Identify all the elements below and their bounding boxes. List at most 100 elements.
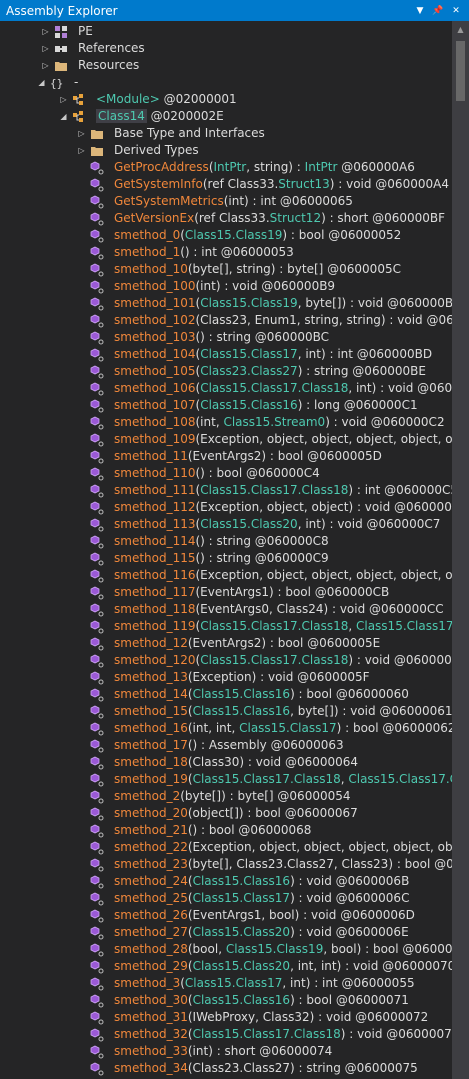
tree-row[interactable]: ◢ Class14 @0200002E xyxy=(0,108,452,125)
signature-text: () : string @060000C9 xyxy=(195,551,329,565)
tree-row[interactable]: smethod_25(Class15.Class17) : void @0600… xyxy=(0,890,452,907)
tree-row-label: smethod_12(EventArgs2) : bool @0600005E xyxy=(114,635,380,652)
expanded-triangle-icon[interactable]: ◢ xyxy=(37,74,46,91)
tree-row[interactable]: ▷ Base Type and Interfaces xyxy=(0,125,452,142)
tree-row[interactable]: GetVersionEx(ref Class33.Struct12) : sho… xyxy=(0,210,452,227)
tree-row[interactable]: smethod_115() : string @060000C9 xyxy=(0,550,452,567)
tree-row[interactable]: ▷ References xyxy=(0,40,452,57)
tree-row[interactable]: smethod_31(IWebProxy, Class32) : void @0… xyxy=(0,1009,452,1026)
scroll-thumb[interactable] xyxy=(456,41,465,101)
tree-row[interactable]: smethod_12(EventArgs2) : bool @0600005E xyxy=(0,635,452,652)
tree-row[interactable]: smethod_108(int, Class15.Stream0) : void… xyxy=(0,414,452,431)
tree-row[interactable]: ▷ Derived Types xyxy=(0,142,452,159)
tree-row[interactable]: smethod_3(Class15.Class17, int) : int @0… xyxy=(0,975,452,992)
type-name: Class15.Class17 xyxy=(200,347,298,361)
tree-row[interactable]: smethod_109(Exception, object, object, o… xyxy=(0,431,452,448)
tree-row[interactable]: ▷ Resources xyxy=(0,57,452,74)
tree-row[interactable]: smethod_2(byte[]) : byte[] @06000054 xyxy=(0,788,452,805)
signature-text: (Exception, object, object, object, obje… xyxy=(187,840,452,854)
signature-text: , string) : xyxy=(246,160,305,174)
signature-text: ) : void @060000CE xyxy=(348,653,452,667)
signature-text: ) : void @0600006C xyxy=(290,891,410,905)
tree-row[interactable]: GetSystemInfo(ref Class33.Struct13) : vo… xyxy=(0,176,452,193)
tree-row[interactable]: smethod_117(EventArgs1) : bool @060000CB xyxy=(0,584,452,601)
tree-row[interactable]: ▷ PE xyxy=(0,23,452,40)
tree-row-label: smethod_18(Class30) : void @06000064 xyxy=(114,754,358,771)
tree-row[interactable]: smethod_22(Exception, object, object, ob… xyxy=(0,839,452,856)
method-icon xyxy=(90,246,104,260)
tree-row[interactable]: smethod_17() : Assembly @06000063 xyxy=(0,737,452,754)
scroll-up-arrow-icon[interactable]: ▲ xyxy=(452,21,469,38)
pin-icon[interactable]: 📌 xyxy=(431,6,445,16)
tree-row[interactable]: smethod_1() : int @06000053 xyxy=(0,244,452,261)
tree-row[interactable]: smethod_103() : string @060000BC xyxy=(0,329,452,346)
collapsed-triangle-icon[interactable]: ▷ xyxy=(59,91,68,108)
tree-row[interactable]: smethod_24(Class15.Class16) : void @0600… xyxy=(0,873,452,890)
tree-row[interactable]: smethod_116(Exception, object, object, o… xyxy=(0,567,452,584)
tree-row[interactable]: smethod_114() : string @060000C8 xyxy=(0,533,452,550)
method-name: smethod_116 xyxy=(114,568,196,582)
collapsed-triangle-icon[interactable]: ▷ xyxy=(77,125,86,142)
tree-row[interactable]: smethod_120(Class15.Class17.Class18) : v… xyxy=(0,652,452,669)
tree-row[interactable]: smethod_118(EventArgs0, Class24) : void … xyxy=(0,601,452,618)
signature-text: ) : void @06000073 xyxy=(340,1027,452,1041)
tree-row[interactable]: smethod_21() : bool @06000068 xyxy=(0,822,452,839)
tree-row[interactable]: smethod_100(int) : void @060000B9 xyxy=(0,278,452,295)
tree-row[interactable]: smethod_110() : bool @060000C4 xyxy=(0,465,452,482)
window-menu-chevron-icon[interactable]: ▼ xyxy=(413,6,427,16)
tree-row-label: <Module> @02000001 xyxy=(96,91,237,108)
tree-row[interactable]: smethod_15(Class15.Class16, byte[]) : vo… xyxy=(0,703,452,720)
signature-text: (ref Class33. xyxy=(194,211,270,225)
expanded-triangle-icon[interactable]: ◢ xyxy=(59,108,68,125)
tree-row[interactable]: smethod_33(int) : short @06000074 xyxy=(0,1043,452,1060)
tree-row[interactable]: smethod_11(EventArgs2) : bool @0600005D xyxy=(0,448,452,465)
close-icon[interactable]: ✕ xyxy=(449,6,463,16)
signature-text: (int) : int @06000065 xyxy=(223,194,353,208)
tree-row-label: smethod_26(EventArgs1, bool) : void @060… xyxy=(114,907,415,924)
tree-row[interactable]: smethod_30(Class15.Class16) : bool @0600… xyxy=(0,992,452,1009)
tree-row[interactable]: GetSystemMetrics(int) : int @06000065 xyxy=(0,193,452,210)
tree-row[interactable]: smethod_23(byte[], Class23.Class27, Clas… xyxy=(0,856,452,873)
tree-row-label: smethod_2(byte[]) : byte[] @06000054 xyxy=(114,788,351,805)
tree-row[interactable]: smethod_113(Class15.Class20, int) : void… xyxy=(0,516,452,533)
tree-row[interactable]: smethod_119(Class15.Class17.Class18, Cla… xyxy=(0,618,452,635)
tree-row[interactable]: smethod_112(Exception, object, object) :… xyxy=(0,499,452,516)
tree-row[interactable]: smethod_111(Class15.Class17.Class18) : i… xyxy=(0,482,452,499)
collapsed-triangle-icon[interactable]: ▷ xyxy=(41,57,50,74)
collapsed-triangle-icon[interactable]: ▷ xyxy=(41,23,50,40)
tree-row[interactable]: smethod_105(Class23.Class27) : string @0… xyxy=(0,363,452,380)
tree-row[interactable]: smethod_0(Class15.Class19) : bool @06000… xyxy=(0,227,452,244)
tree-row[interactable]: smethod_104(Class15.Class17, int) : int … xyxy=(0,346,452,363)
tree-row[interactable]: smethod_106(Class15.Class17.Class18, int… xyxy=(0,380,452,397)
method-name: smethod_17 xyxy=(114,738,188,752)
tree-row[interactable]: smethod_29(Class15.Class20, int, int) : … xyxy=(0,958,452,975)
tree-row[interactable]: ◢ {} - xyxy=(0,74,452,91)
collapsed-triangle-icon[interactable]: ▷ xyxy=(41,40,50,57)
vertical-scrollbar[interactable]: ▲ xyxy=(452,21,469,1079)
signature-text: , int) : void @060000C7 xyxy=(297,517,441,531)
tree-row[interactable]: ▷ <Module> @02000001 xyxy=(0,91,452,108)
method-icon xyxy=(90,501,104,515)
method-name: smethod_13 xyxy=(114,670,188,684)
tree-row[interactable]: GetProcAddress(IntPtr, string) : IntPtr … xyxy=(0,159,452,176)
tree-row[interactable]: smethod_10(byte[], string) : byte[] @060… xyxy=(0,261,452,278)
collapsed-triangle-icon[interactable]: ▷ xyxy=(77,142,86,159)
tree-row[interactable]: smethod_27(Class15.Class20) : void @0600… xyxy=(0,924,452,941)
type-name: Struct13 xyxy=(278,177,330,191)
tree-row[interactable]: smethod_101(Class15.Class19, byte[]) : v… xyxy=(0,295,452,312)
tree-row[interactable]: smethod_14(Class15.Class16) : bool @0600… xyxy=(0,686,452,703)
tree-row[interactable]: smethod_32(Class15.Class17.Class18) : vo… xyxy=(0,1026,452,1043)
tree-row[interactable]: smethod_107(Class15.Class16) : long @060… xyxy=(0,397,452,414)
tree-row[interactable]: smethod_34(Class23.Class27) : string @06… xyxy=(0,1060,452,1077)
tree-row[interactable]: smethod_102(Class23, Enum1, string, stri… xyxy=(0,312,452,329)
tree-row[interactable]: smethod_20(object[]) : bool @06000067 xyxy=(0,805,452,822)
token-id: @02000001 xyxy=(159,92,237,106)
tree-row-label: smethod_104(Class15.Class17, int) : int … xyxy=(114,346,432,363)
tree-row[interactable]: smethod_19(Class15.Class17.Class18, Clas… xyxy=(0,771,452,788)
method-name: smethod_102 xyxy=(114,313,196,327)
tree-row[interactable]: smethod_16(int, int, Class15.Class17) : … xyxy=(0,720,452,737)
tree-row[interactable]: smethod_28(bool, Class15.Class19, bool) … xyxy=(0,941,452,958)
tree-row[interactable]: smethod_26(EventArgs1, bool) : void @060… xyxy=(0,907,452,924)
tree-row[interactable]: smethod_13(Exception) : void @0600005F xyxy=(0,669,452,686)
tree-row[interactable]: smethod_18(Class30) : void @06000064 xyxy=(0,754,452,771)
